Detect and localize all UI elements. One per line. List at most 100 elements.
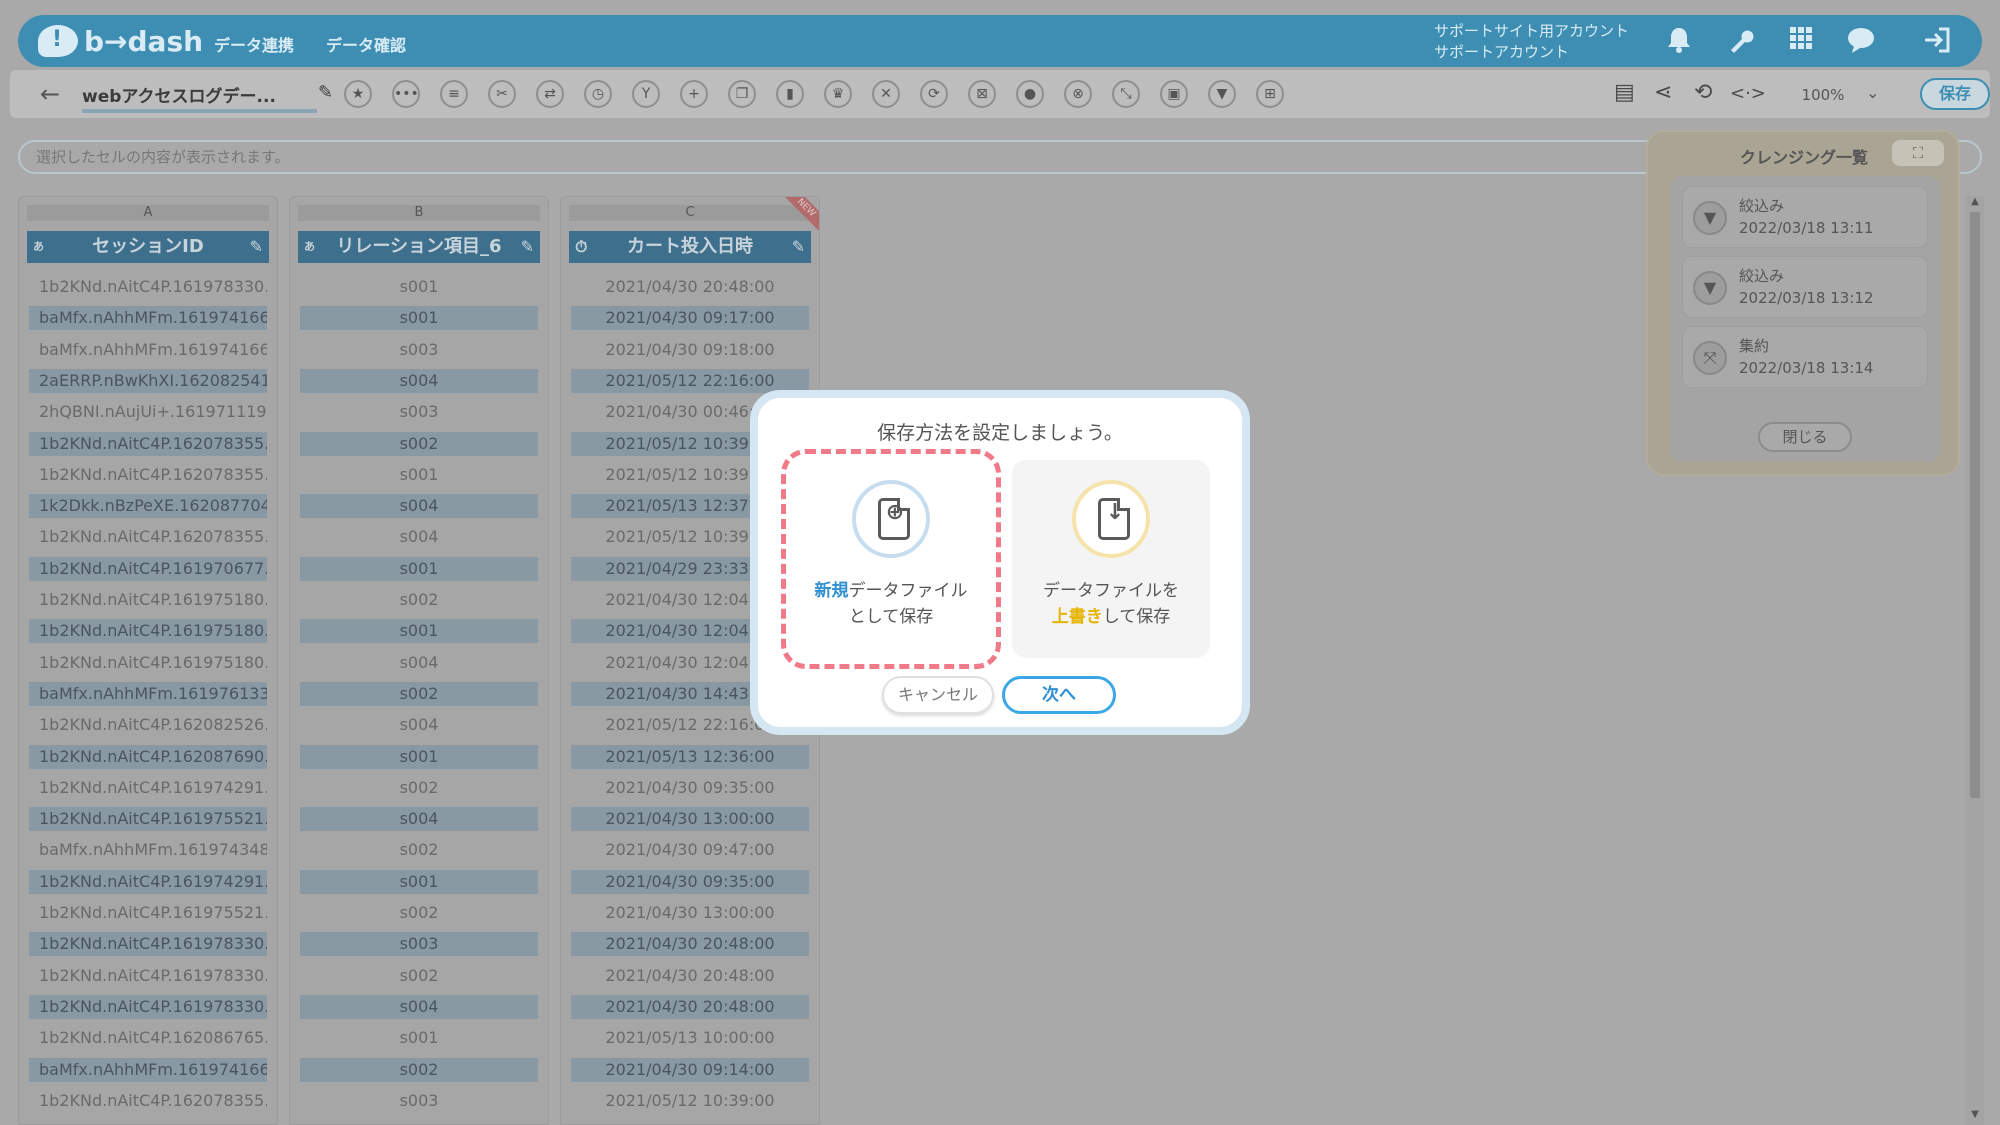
table-cell[interactable]: 2021/05/13 10:00:00 [571, 1026, 809, 1050]
save-button[interactable]: 保存 [1920, 78, 1990, 110]
table-cell[interactable]: 2021/04/30 20:48:00 [571, 994, 809, 1019]
table-cell[interactable]: 1b2KNd.nAitC4P.161978330... [29, 275, 267, 299]
table-cell[interactable]: s002 [300, 1057, 538, 1082]
table-cell[interactable]: s004 [300, 368, 538, 393]
merge-icon[interactable]: ⇄ [536, 80, 564, 108]
table-cell[interactable]: s001 [300, 1026, 538, 1050]
table-cell[interactable]: s001 [300, 556, 538, 581]
table-cell[interactable]: 2021/04/30 09:35:00 [571, 776, 809, 800]
bag-icon[interactable]: ● [1016, 80, 1044, 108]
list-icon[interactable]: ≡ [440, 80, 468, 108]
vertical-scrollbar[interactable]: ▲ ▼ [1966, 196, 1984, 1125]
next-button[interactable]: 次へ [1002, 676, 1116, 714]
table-cell[interactable]: s004 [300, 713, 538, 737]
nav-data-check[interactable]: データ確認 [326, 32, 406, 56]
table-cell[interactable]: s003 [300, 400, 538, 424]
table-cell[interactable]: 2021/04/30 13:00:00 [571, 901, 809, 925]
trash-icon[interactable]: ▮ [776, 80, 804, 108]
table-cell[interactable]: s002 [300, 838, 538, 862]
table-cell[interactable]: s002 [300, 901, 538, 925]
calc-icon[interactable]: ▣ [1160, 80, 1188, 108]
table-cell[interactable]: 1b2KNd.nAitC4P.162086765... [29, 1026, 267, 1050]
column-letter[interactable]: A [27, 205, 269, 221]
column-letter[interactable]: C [569, 205, 811, 221]
scroll-down-arrow-icon[interactable]: ▼ [1966, 1109, 1984, 1123]
crown-icon[interactable]: ♛ [824, 80, 852, 108]
table-cell[interactable]: s002 [300, 681, 538, 706]
table-cell[interactable]: 1b2KNd.nAitC4P.161975180... [29, 651, 267, 675]
edit-column-pencil-icon[interactable]: ✎ [250, 231, 263, 263]
table-cell[interactable]: s002 [300, 588, 538, 612]
table-cell[interactable]: baMfx.nAhhMFm.161974348... [29, 838, 267, 862]
table-cell[interactable]: 2021/04/30 09:35:00 [571, 869, 809, 894]
edit-column-pencil-icon[interactable]: ✎ [792, 231, 805, 263]
cleansing-item[interactable]: ▼ 絞込み 2022/03/18 13:12 [1682, 256, 1928, 318]
bdash-logo[interactable]: b→dash [38, 23, 203, 59]
refresh-icon[interactable]: ⟲ [1694, 80, 1712, 105]
table-cell[interactable]: 2021/04/30 13:00:00 [571, 807, 809, 832]
share-icon[interactable]: ⋖ [1654, 80, 1672, 105]
table-cell[interactable]: s002 [300, 776, 538, 800]
table-cell[interactable]: 2021/04/30 20:48:00 [571, 964, 809, 988]
filter-icon[interactable]: ▼ [1208, 80, 1236, 108]
cleansing-item[interactable]: ⤧ 集約 2022/03/18 13:14 [1682, 326, 1928, 388]
table-cell[interactable]: 1k2Dkk.nBzPeXE.162087704... [29, 494, 267, 519]
wrench-icon[interactable] [1726, 26, 1756, 56]
cancel-circle-icon[interactable]: ⊗ [1064, 80, 1092, 108]
cancel-button[interactable]: キャンセル [882, 676, 994, 714]
table-cell[interactable]: 1b2KNd.nAitC4P.161975180... [29, 619, 267, 644]
swap-icon[interactable]: ⟳ [920, 80, 948, 108]
table-cell[interactable]: 1b2KNd.nAitC4P.161970677... [29, 556, 267, 581]
table-cell[interactable]: 2hQBNI.nAujUi+.161971119... [29, 400, 267, 424]
table-cell[interactable]: 1b2KNd.nAitC4P.162078355... [29, 431, 267, 456]
scroll-up-arrow-icon[interactable]: ▲ [1966, 196, 1984, 210]
table-cell[interactable]: 1b2KNd.nAitC4P.162087690... [29, 744, 267, 769]
table-cell[interactable]: 2021/04/30 20:48:00 [571, 275, 809, 299]
back-arrow-icon[interactable]: ← [40, 80, 60, 108]
table-cell[interactable]: s001 [300, 306, 538, 331]
overwrite-option[interactable]: ↓ データファイルを 上書きして保存 [1012, 460, 1210, 658]
transform-icon[interactable]: ⤡ [1112, 80, 1140, 108]
zoom-select[interactable]: 100% ⌄ [1788, 83, 1892, 108]
code-icon[interactable]: <·> [1730, 83, 1766, 104]
table-cell[interactable]: 1b2KNd.nAitC4P.162082526... [29, 713, 267, 737]
table-cell[interactable]: 1b2KNd.nAitC4P.161975521... [29, 807, 267, 832]
table-cell[interactable]: 2021/04/30 20:48:00 [571, 932, 809, 957]
table-cell[interactable]: s001 [300, 619, 538, 644]
table-cell[interactable]: s001 [300, 463, 538, 487]
table-cell[interactable]: 2021/04/30 09:14:00 [571, 1057, 809, 1082]
file-name-title[interactable]: webアクセスログデー... [82, 82, 317, 113]
table-cell[interactable]: 2021/04/30 09:18:00 [571, 338, 809, 362]
plus-icon[interactable]: + [680, 80, 708, 108]
table-cell[interactable]: s003 [300, 338, 538, 362]
chat-icon[interactable] [1846, 26, 1876, 56]
table-cell[interactable]: 2021/05/13 12:36:00 [571, 744, 809, 769]
table-cell[interactable]: s003 [300, 932, 538, 957]
bell-icon[interactable] [1664, 26, 1694, 56]
table-cell[interactable]: 2aERRP.nBwKhXI.162082541... [29, 368, 267, 393]
nav-data-integration[interactable]: データ連携 [214, 32, 294, 56]
table-cell[interactable]: 1b2KNd.nAitC4P.161974291... [29, 776, 267, 800]
collapse-icon[interactable]: ✕ [872, 80, 900, 108]
table-cell[interactable]: 1b2KNd.nAitC4P.161974291... [29, 869, 267, 894]
lock-icon[interactable]: ⊠ [968, 80, 996, 108]
table-cell[interactable]: 1b2KNd.nAitC4P.161975180... [29, 588, 267, 612]
table-cell[interactable]: 1b2KNd.nAitC4P.161975521... [29, 901, 267, 925]
table-cell[interactable]: 1b2KNd.nAitC4P.162078355... [29, 463, 267, 487]
scrollbar-thumb[interactable] [1970, 212, 1980, 798]
table-cell[interactable]: 2021/05/12 22:16:00 [571, 368, 809, 393]
table-cell[interactable]: baMfx.nAhhMFm.161974166... [29, 338, 267, 362]
table-cell[interactable]: s004 [300, 651, 538, 675]
table-cell[interactable]: s001 [300, 869, 538, 894]
table-cell[interactable]: s002 [300, 964, 538, 988]
logout-icon[interactable] [1922, 26, 1952, 56]
star-icon[interactable]: ★ [344, 80, 372, 108]
close-panel-button[interactable]: 閉じる [1758, 422, 1852, 452]
column-header-relation-item[interactable]: あ リレーション項目_6 ✎ [298, 231, 540, 263]
edit-name-pencil-icon[interactable]: ✎ [318, 82, 333, 103]
table-cell[interactable]: 1b2KNd.nAitC4P.161978330... [29, 932, 267, 957]
save-as-new-option[interactable]: ⊕ 新規データファイル として保存 [781, 449, 1001, 669]
cleansing-item[interactable]: ▼ 絞込み 2022/03/18 13:11 [1682, 186, 1928, 248]
expand-icon[interactable]: ⛶ [1892, 140, 1944, 166]
column-header-session-id[interactable]: あ セッションID ✎ [27, 231, 269, 263]
